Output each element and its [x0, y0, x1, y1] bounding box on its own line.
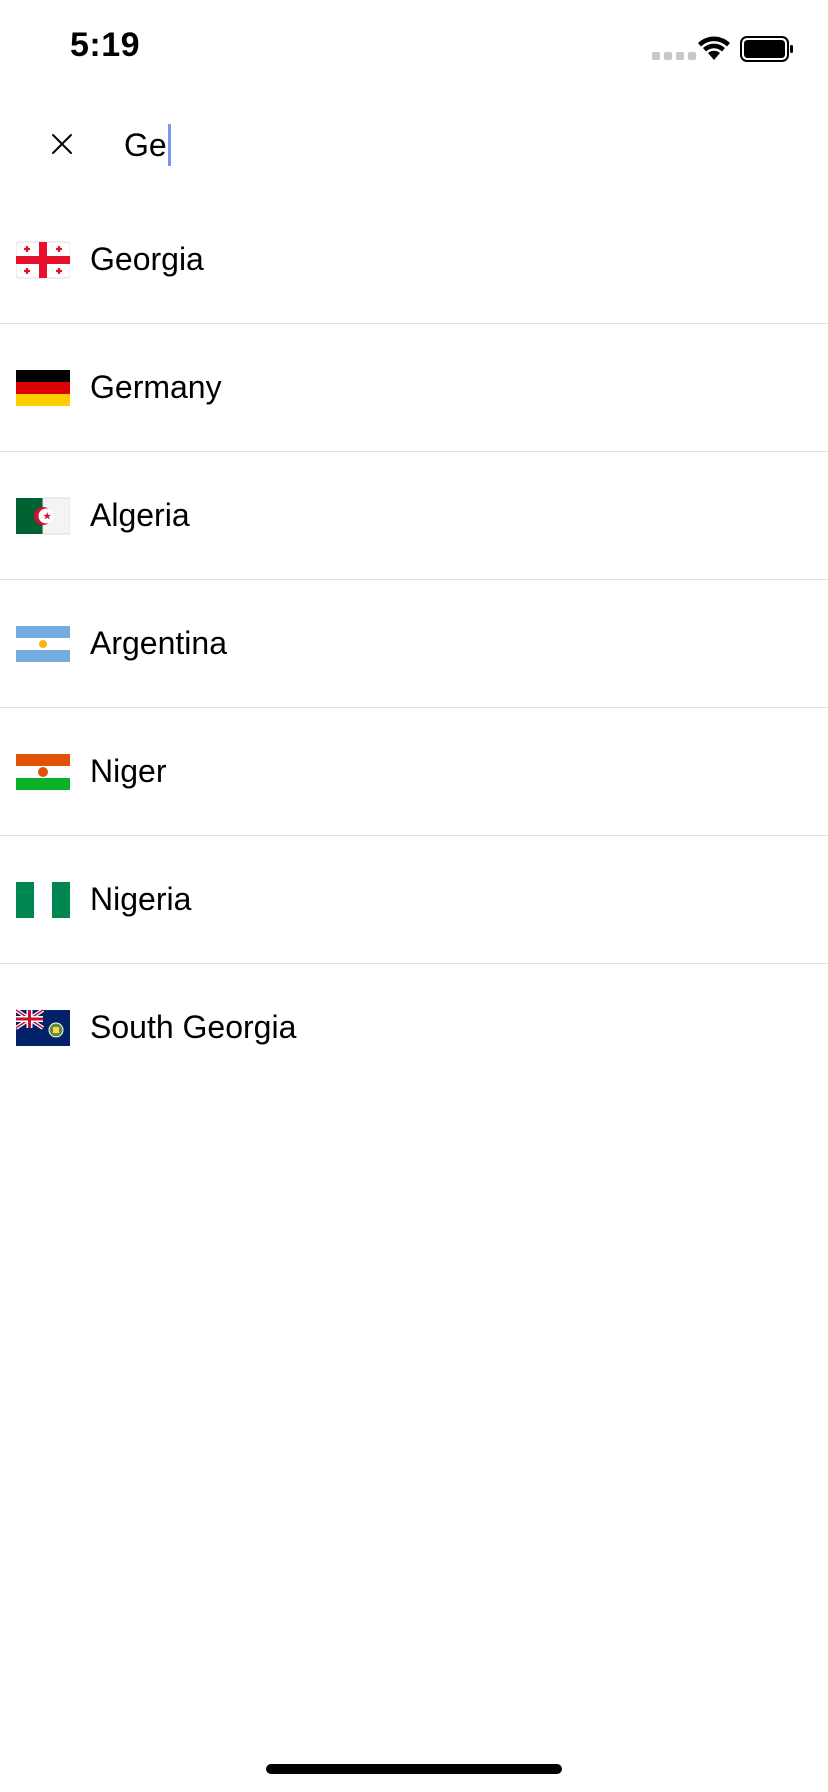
- country-name: Argentina: [90, 625, 227, 661]
- country-list: Georgia Germany Algeria Argentina Niger …: [0, 196, 828, 1091]
- status-time: 5:19: [70, 26, 141, 64]
- country-name: Algeria: [90, 497, 190, 533]
- cellular-signal-icon: [652, 52, 696, 60]
- status-bar: 5:19: [0, 0, 828, 100]
- country-item-georgia[interactable]: Georgia: [0, 196, 828, 324]
- country-name: Nigeria: [90, 881, 192, 917]
- text-caret: [167, 124, 171, 166]
- wifi-icon: [698, 36, 730, 60]
- country-name: Georgia: [90, 241, 204, 277]
- niger-flag-icon: [16, 753, 70, 790]
- georgia-flag-icon: [16, 241, 70, 278]
- search-bar: Ge: [0, 100, 828, 190]
- home-indicator[interactable]: [266, 1764, 562, 1774]
- country-item-algeria[interactable]: Algeria: [0, 452, 828, 580]
- country-item-south-georgia[interactable]: South Georgia: [0, 964, 828, 1091]
- country-name: Germany: [90, 369, 222, 405]
- close-button[interactable]: [38, 120, 86, 168]
- country-item-argentina[interactable]: Argentina: [0, 580, 828, 708]
- search-input[interactable]: Ge: [124, 120, 171, 170]
- battery-full-icon: [740, 36, 793, 62]
- south-georgia-flag-icon: [16, 1007, 70, 1046]
- algeria-flag-icon: [16, 497, 70, 534]
- close-icon: [52, 134, 72, 154]
- nigeria-flag-icon: [16, 881, 70, 918]
- country-item-germany[interactable]: Germany: [0, 324, 828, 452]
- argentina-flag-icon: [16, 625, 70, 662]
- country-item-niger[interactable]: Niger: [0, 708, 828, 836]
- country-item-nigeria[interactable]: Nigeria: [0, 836, 828, 964]
- country-name: Niger: [90, 753, 167, 789]
- search-input-value: Ge: [124, 127, 167, 163]
- germany-flag-icon: [16, 369, 70, 406]
- country-name: South Georgia: [90, 1009, 297, 1045]
